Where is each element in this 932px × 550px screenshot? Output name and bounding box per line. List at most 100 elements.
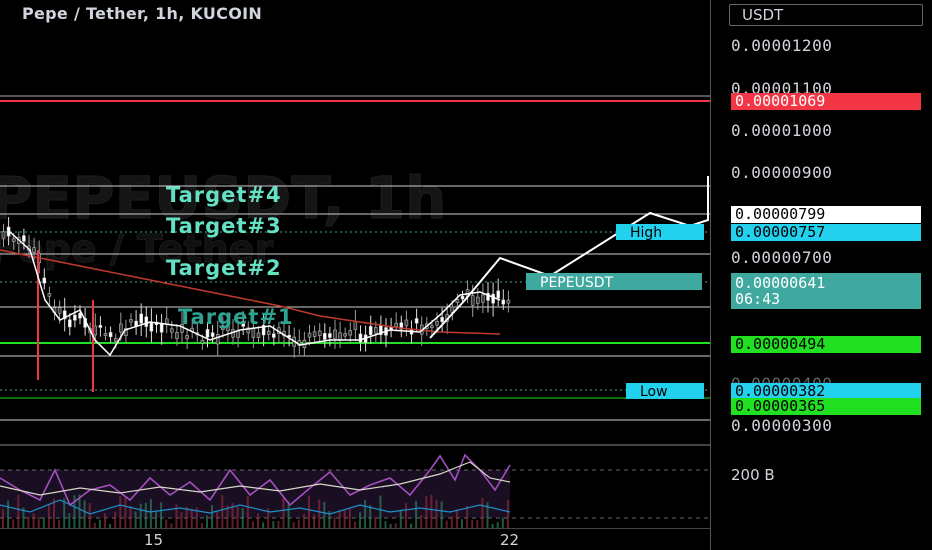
candle-body xyxy=(11,238,16,242)
volume-bar xyxy=(155,512,157,528)
volume-bar xyxy=(374,516,377,528)
volume-bar xyxy=(17,494,20,528)
candle-body xyxy=(256,332,261,338)
volume-bar xyxy=(2,508,4,528)
volume-bar xyxy=(399,509,402,528)
candle-body xyxy=(501,299,506,305)
currency-selector[interactable]: USDT xyxy=(729,4,923,26)
symbol-title[interactable]: Pepe / Tether, 1h, KUCOIN xyxy=(22,4,262,23)
candle-body xyxy=(506,299,511,304)
candle-body xyxy=(113,338,118,342)
candle-body xyxy=(476,296,480,304)
candle-body xyxy=(1,231,6,239)
target3-label: Target#3 xyxy=(166,214,282,238)
candle-body xyxy=(144,316,149,327)
volume-bar xyxy=(165,519,168,528)
volume-bar xyxy=(190,508,193,528)
price-axis[interactable]: USDT 0.00001200 0.00001100 0.00001000 0.… xyxy=(710,0,932,550)
volume-bar xyxy=(425,496,428,528)
volume-bar xyxy=(134,511,137,528)
candle-body xyxy=(323,333,327,340)
volume-bar xyxy=(333,517,336,528)
candle-body xyxy=(414,318,419,324)
volume-bar xyxy=(287,501,290,528)
volume-bar xyxy=(364,500,367,528)
volume-bar xyxy=(206,515,208,528)
candle-body xyxy=(73,314,77,321)
candle-body xyxy=(6,226,11,237)
target4-label: Target#4 xyxy=(166,183,282,207)
candle-body xyxy=(185,335,189,340)
candle-body xyxy=(440,317,444,322)
candle-body xyxy=(394,322,398,327)
volume-bar xyxy=(114,511,117,528)
candle-body xyxy=(215,334,220,345)
volume-bar xyxy=(144,502,147,528)
candle-body xyxy=(404,319,409,327)
white-level-tag: 0.00000799 xyxy=(731,206,921,223)
high-badge-text: High xyxy=(630,225,662,241)
candle-body xyxy=(481,294,485,303)
candle-body xyxy=(205,329,210,338)
volume-bar xyxy=(359,512,361,528)
candle-body xyxy=(93,325,98,336)
volume-bar xyxy=(88,503,91,528)
candle-body xyxy=(272,333,276,338)
volume-bar xyxy=(277,521,280,528)
volume-bar xyxy=(68,513,71,528)
volume-bar xyxy=(104,513,106,528)
time-tick: 15 xyxy=(144,531,164,549)
volume-bar xyxy=(129,505,132,528)
volume-bar xyxy=(160,502,163,528)
volume-bar xyxy=(384,521,387,528)
volume-bar xyxy=(476,520,479,528)
volume-bar xyxy=(297,519,300,528)
chart-pane[interactable]: PEPEUSDT, 1h Pepe / Tether High PEPEUSDT… xyxy=(0,0,710,528)
red-level-tag: 0.00001069 xyxy=(731,93,921,110)
candle-body xyxy=(343,333,347,337)
volume-bar xyxy=(282,497,285,528)
volume-bar xyxy=(430,494,433,528)
volume-bar xyxy=(257,513,259,528)
projection-path xyxy=(429,176,709,339)
volume-bar xyxy=(83,500,86,528)
candle-body xyxy=(368,326,373,336)
volume-bar xyxy=(124,497,127,528)
volume-bar xyxy=(149,499,152,528)
volume-bar xyxy=(420,515,423,528)
candle-body xyxy=(455,299,460,304)
current-price: 0.00000641 xyxy=(735,274,826,292)
volume-bar xyxy=(471,519,474,528)
volume-bar xyxy=(404,503,407,528)
volume-bar xyxy=(27,517,30,528)
candle-body xyxy=(68,319,72,328)
volume-bar xyxy=(47,504,50,528)
candle-body xyxy=(491,293,495,304)
candle-body xyxy=(307,332,312,338)
candle-body xyxy=(47,293,52,297)
volume-bar xyxy=(343,510,346,528)
time-tick: 22 xyxy=(500,531,520,549)
chart-canvas[interactable]: PEPEUSDT, 1h Pepe / Tether High PEPEUSDT… xyxy=(0,0,710,528)
candle-body xyxy=(353,321,358,330)
volume-bar xyxy=(450,516,453,528)
volume-bar xyxy=(185,506,188,528)
candle-body xyxy=(435,321,439,326)
axis-tick: 0.00001000 xyxy=(731,121,833,140)
current-price-tag: 0.00000641 06:43 xyxy=(731,273,921,309)
candle-body xyxy=(266,330,271,335)
time-axis[interactable]: 15 22 xyxy=(0,528,710,550)
candle-body xyxy=(129,319,133,323)
volume-bar xyxy=(379,495,382,528)
candle-body xyxy=(159,323,164,333)
volume-bar xyxy=(481,497,484,528)
candle-body xyxy=(312,331,317,337)
volume-bar xyxy=(37,516,40,528)
candle-body xyxy=(108,332,113,338)
target2-label: Target#2 xyxy=(166,256,282,280)
candle-body xyxy=(200,339,205,344)
volume-bar xyxy=(302,514,305,528)
volume-bar xyxy=(455,509,458,528)
candle-body xyxy=(210,332,215,337)
candle-body xyxy=(348,330,353,336)
